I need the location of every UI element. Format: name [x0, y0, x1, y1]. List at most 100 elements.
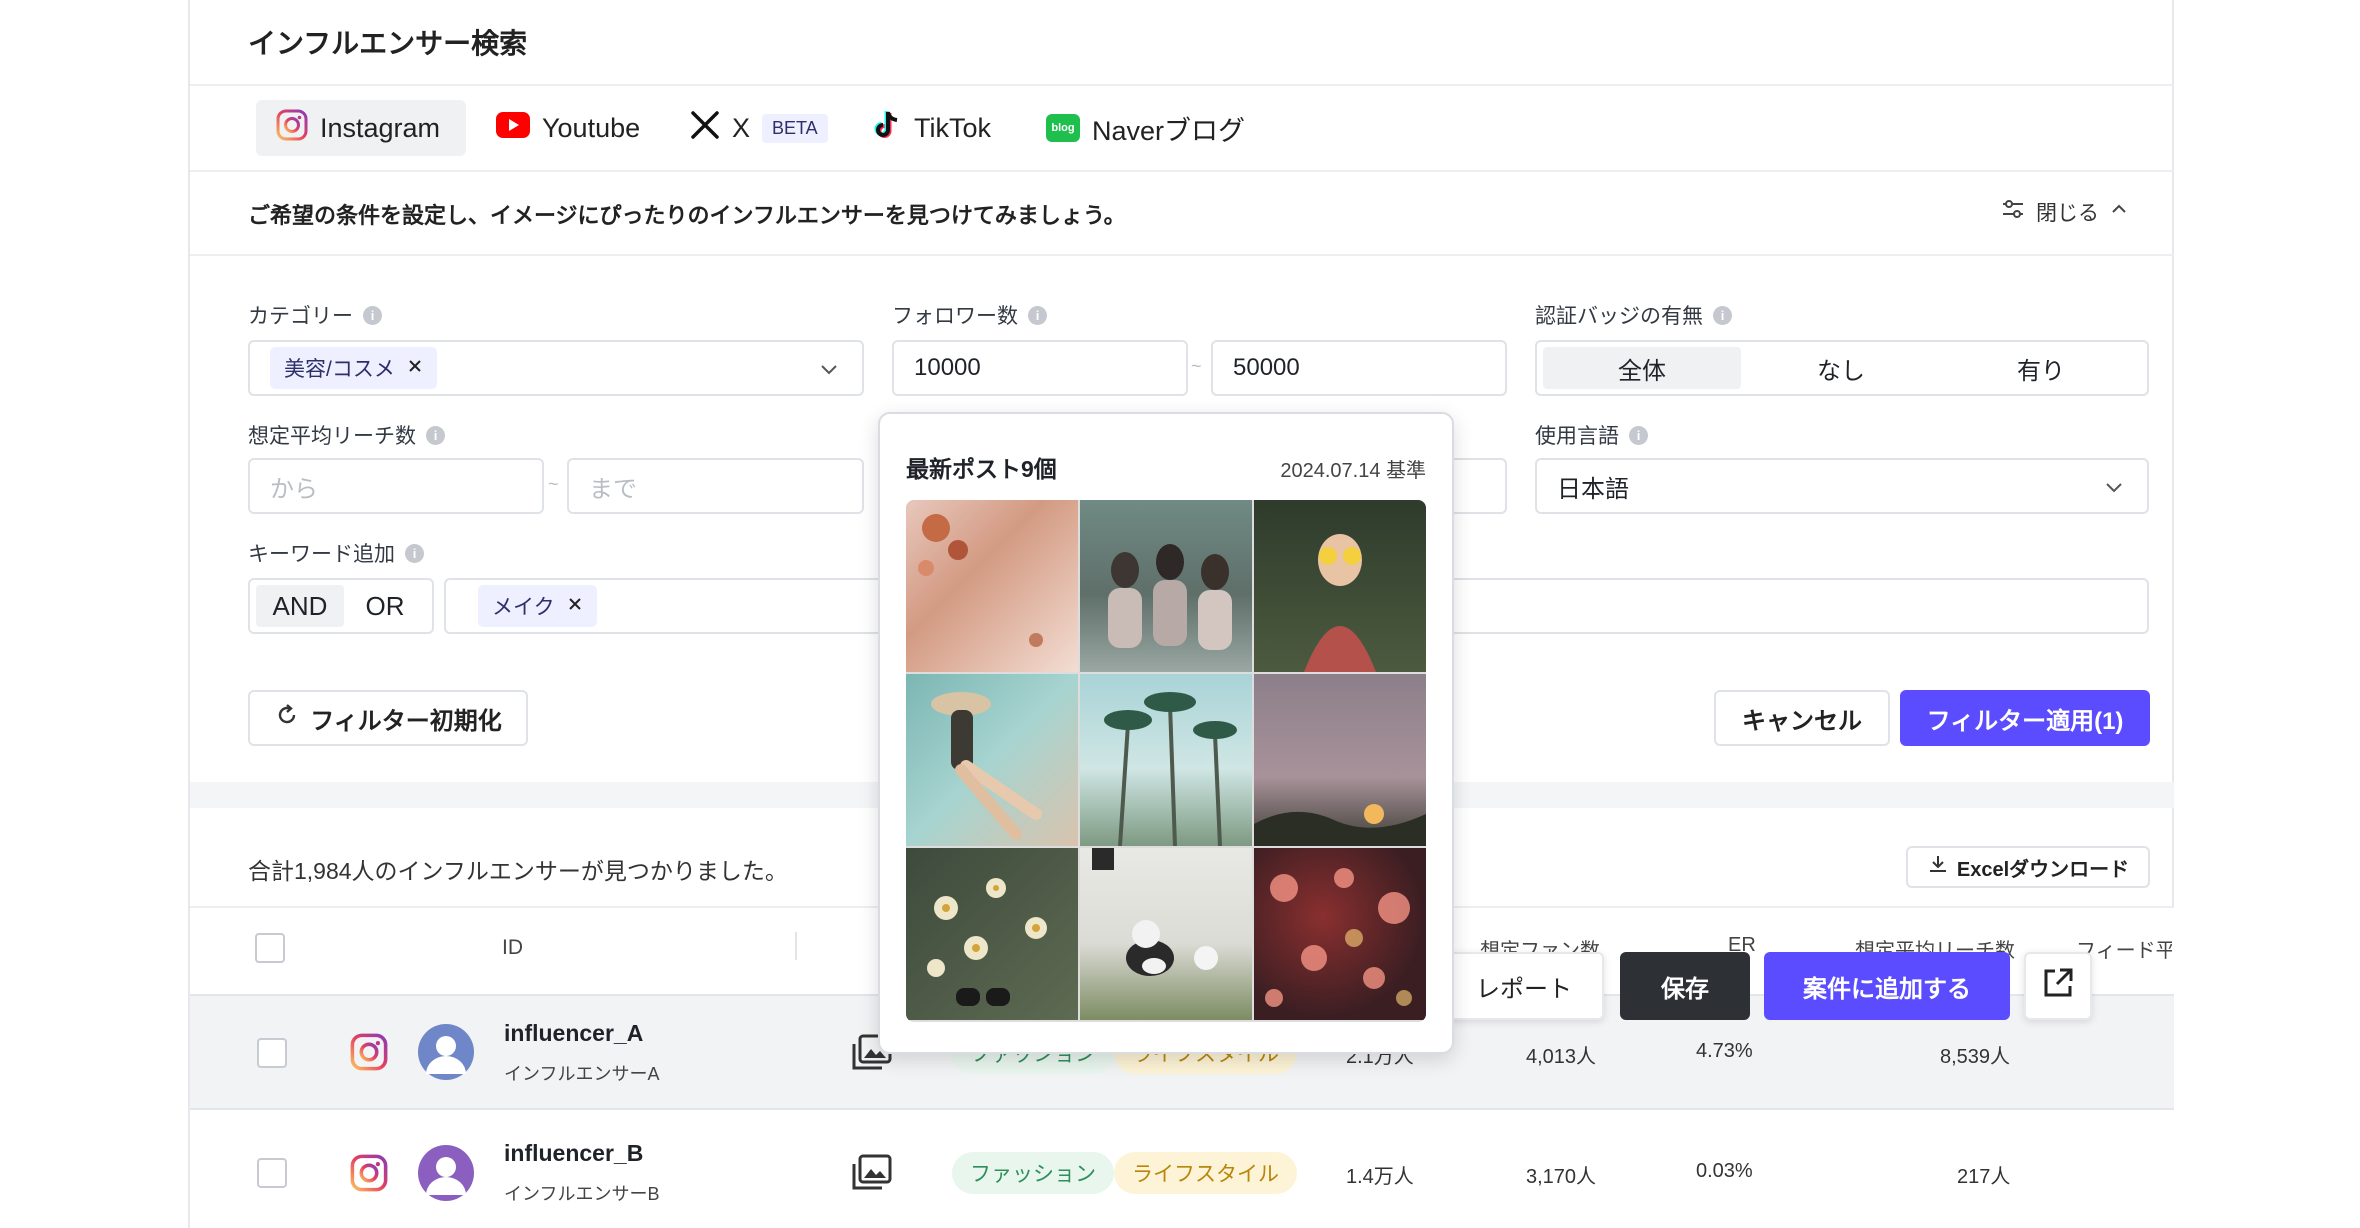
- post-thumbnail[interactable]: [1254, 674, 1426, 846]
- badge-option-all[interactable]: 全体: [1543, 347, 1741, 389]
- post-thumbnail[interactable]: [906, 674, 1078, 846]
- beta-badge: BETA: [762, 113, 828, 143]
- gallery-icon[interactable]: [852, 1154, 892, 1197]
- tab-tiktok[interactable]: TikTok: [852, 100, 1011, 156]
- followers-from-input[interactable]: 10000: [892, 340, 1188, 396]
- filter-sliders-icon: [2000, 196, 2026, 228]
- chevron-up-icon: [2109, 199, 2129, 225]
- reach-value: 217人: [1957, 1166, 2011, 1188]
- results-summary: 合計1,984人のインフルエンサーが見つかりました。: [248, 858, 788, 884]
- remove-chip-icon[interactable]: [567, 594, 583, 618]
- er-value: 4.73%: [1696, 1040, 1753, 1062]
- popup-title: 最新ポスト9個: [906, 456, 1057, 482]
- range-separator: ~: [548, 474, 559, 494]
- keyword-chip: メイク: [478, 585, 597, 627]
- report-button[interactable]: レポート: [1444, 952, 1604, 1020]
- filter-intro: ご希望の条件を設定し、イメージにぴったりのインフルエンサーを見つけてみましょう。: [248, 203, 1126, 228]
- language-label: 使用言語 i: [1535, 420, 1648, 450]
- cancel-button[interactable]: キャンセル: [1714, 690, 1890, 746]
- refresh-icon: [274, 702, 300, 735]
- save-button[interactable]: 保存: [1620, 952, 1750, 1020]
- and-option[interactable]: AND: [256, 585, 344, 627]
- followers-to-input[interactable]: 50000: [1211, 340, 1507, 396]
- influencer-name: インフルエンサーB: [504, 1184, 660, 1204]
- post-thumbnail[interactable]: [906, 500, 1078, 672]
- instagram-icon: [350, 1033, 388, 1076]
- category-tag: ファッション: [952, 1152, 1114, 1194]
- language-select[interactable]: 日本語: [1535, 458, 2149, 514]
- chevron-down-icon: [818, 358, 840, 387]
- fans-value: 4,013人: [1526, 1046, 1597, 1068]
- info-icon: i: [405, 543, 424, 563]
- badge-option-yes[interactable]: 有り: [1941, 347, 2141, 389]
- category-select[interactable]: 美容/コスメ: [248, 340, 864, 396]
- keyword-operator-toggle: AND OR: [248, 578, 434, 634]
- tab-label: X: [732, 112, 751, 143]
- followers-value: 1.4万人: [1346, 1166, 1414, 1188]
- info-icon: i: [1028, 305, 1047, 325]
- download-icon: [1927, 853, 1949, 881]
- badge-segmented-control: 全体 なし 有り: [1535, 340, 2149, 396]
- reach-value: 8,539人: [1940, 1046, 2011, 1068]
- fans-value: 3,170人: [1526, 1166, 1597, 1188]
- category-label: カテゴリー i: [248, 300, 382, 330]
- divider: [190, 170, 2174, 172]
- tiktok-icon: [872, 109, 902, 148]
- divider: [190, 254, 2174, 256]
- post-thumbnail[interactable]: [1080, 674, 1252, 847]
- page-title: インフルエンサー検索: [248, 28, 528, 59]
- info-icon: i: [1629, 425, 1648, 445]
- post-thumbnail[interactable]: [906, 848, 1078, 1020]
- post-thumbnail[interactable]: [1254, 500, 1426, 672]
- influencer-handle[interactable]: influencer_B: [504, 1140, 643, 1167]
- info-icon: i: [426, 425, 445, 445]
- tab-x[interactable]: X BETA: [670, 100, 848, 156]
- tab-label: TikTok: [914, 112, 992, 143]
- close-filter-toggle[interactable]: 閉じる: [2000, 196, 2129, 228]
- category-tag: ライフスタイル: [1114, 1152, 1297, 1194]
- x-logo-icon: [690, 110, 720, 147]
- keyword-label: キーワード追加 i: [248, 538, 424, 568]
- select-all-checkbox[interactable]: [255, 933, 285, 963]
- avatar[interactable]: [418, 1145, 474, 1206]
- excel-download-button[interactable]: Excelダウンロード: [1906, 846, 2150, 888]
- add-to-project-button[interactable]: 案件に追加する: [1764, 952, 2010, 1020]
- post-thumbnail[interactable]: [1080, 848, 1252, 1020]
- divider: [190, 84, 2174, 86]
- tab-instagram[interactable]: Instagram: [256, 100, 466, 156]
- info-icon: i: [363, 305, 382, 325]
- apply-filter-button[interactable]: フィルター適用(1): [1900, 690, 2150, 746]
- instagram-icon: [350, 1154, 388, 1197]
- youtube-icon: [496, 111, 530, 145]
- badge-label: 認証バッジの有無 i: [1535, 300, 1732, 330]
- badge-option-none[interactable]: なし: [1741, 347, 1941, 389]
- column-divider: [795, 932, 797, 960]
- column-header-id: ID: [502, 936, 523, 959]
- open-external-button[interactable]: [2024, 952, 2092, 1020]
- tab-youtube[interactable]: Youtube: [476, 100, 660, 156]
- tab-naver-blog[interactable]: blog Naverブログ: [1026, 100, 1265, 156]
- post-thumbnail[interactable]: [1080, 500, 1252, 672]
- post-grid: [906, 500, 1426, 1022]
- info-icon: i: [1713, 305, 1732, 325]
- external-link-icon: [2041, 966, 2075, 1007]
- reset-filter-button[interactable]: フィルター初期化: [248, 690, 528, 746]
- chevron-down-icon: [2103, 476, 2125, 505]
- tab-label: Instagram: [320, 112, 441, 143]
- post-thumbnail[interactable]: [1254, 848, 1426, 1020]
- reach-to-input[interactable]: まで: [567, 458, 864, 514]
- row-checkbox[interactable]: [257, 1038, 287, 1068]
- avatar[interactable]: [418, 1024, 474, 1085]
- row-checkbox[interactable]: [257, 1158, 287, 1188]
- followers-label: フォロワー数 i: [892, 300, 1047, 330]
- influencer-handle[interactable]: influencer_A: [504, 1020, 643, 1047]
- or-option[interactable]: OR: [344, 585, 426, 627]
- reach-label: 想定平均リーチ数 i: [248, 420, 445, 450]
- reach-from-input[interactable]: から: [248, 458, 544, 514]
- tab-label: Youtube: [542, 112, 641, 143]
- remove-chip-icon[interactable]: [407, 356, 423, 380]
- range-separator: ~: [1191, 356, 1202, 376]
- instagram-icon: [276, 109, 308, 148]
- close-label: 閉じる: [2036, 202, 2099, 225]
- category-chip: 美容/コスメ: [270, 347, 437, 389]
